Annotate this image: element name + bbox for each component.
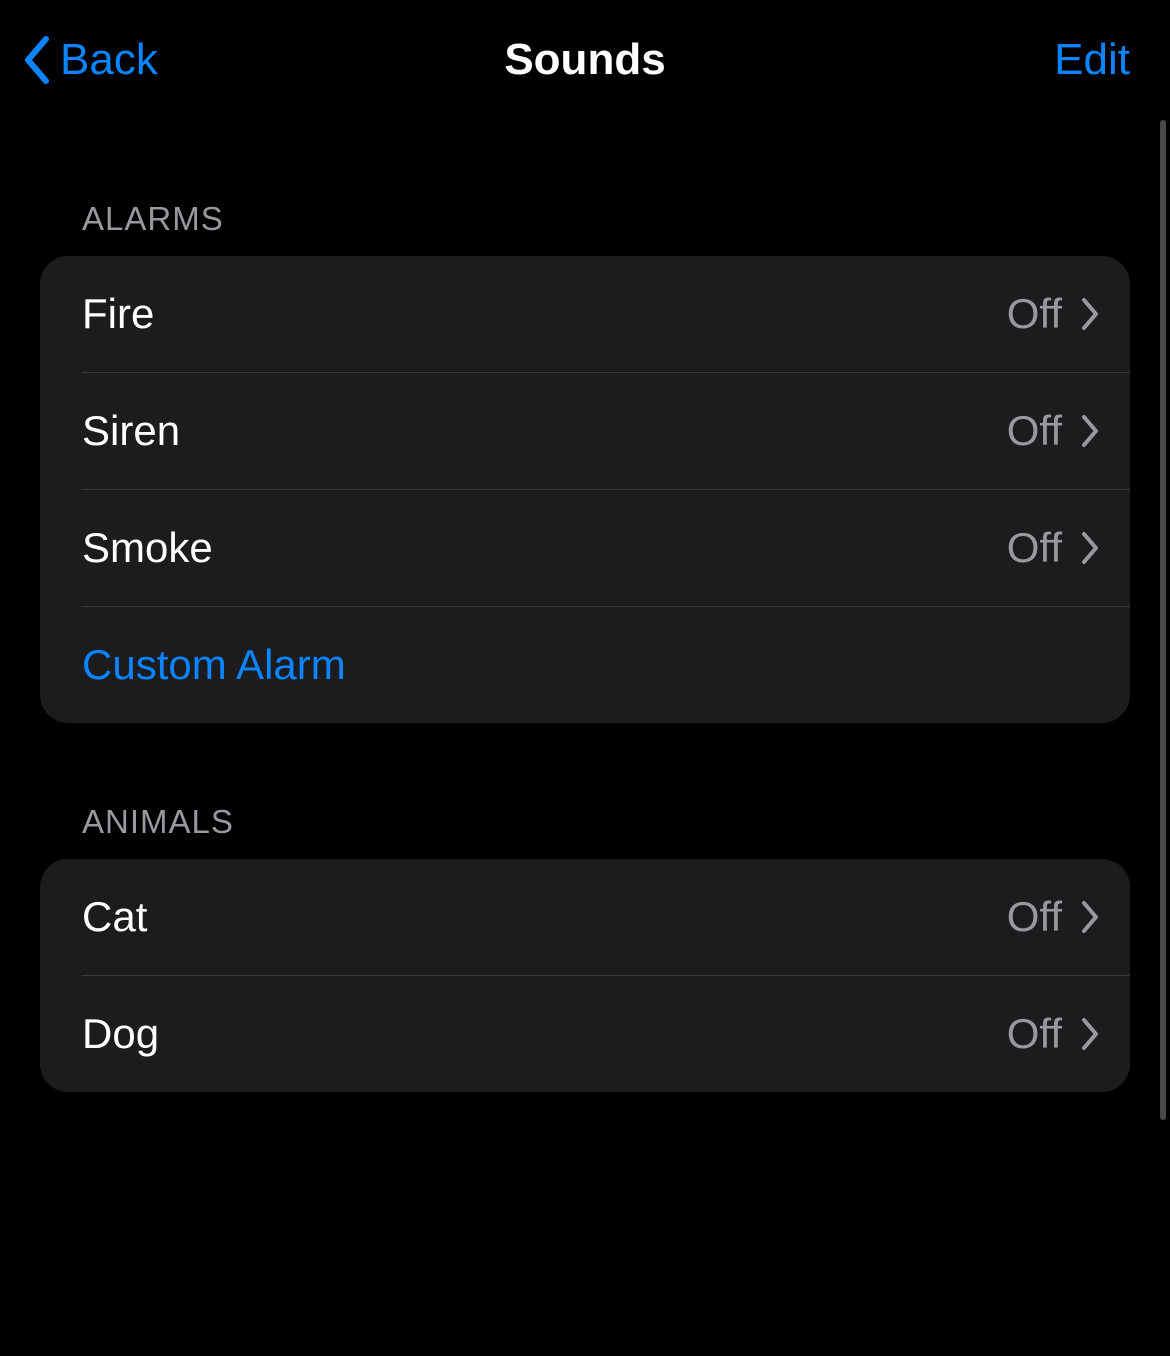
page-title: Sounds (504, 35, 665, 85)
row-right: Off (1007, 524, 1100, 572)
row-label: Siren (82, 407, 180, 455)
row-value: Off (1007, 893, 1062, 941)
chevron-right-icon (1080, 531, 1100, 565)
chevron-right-icon (1080, 1017, 1100, 1051)
row-value: Off (1007, 1010, 1062, 1058)
row-smoke[interactable]: Smoke Off (40, 490, 1130, 606)
row-label: Fire (82, 290, 154, 338)
chevron-left-icon (22, 35, 52, 85)
section-group-animals: Cat Off Dog Off (40, 859, 1130, 1092)
row-value: Off (1007, 524, 1062, 572)
row-right: Off (1007, 407, 1100, 455)
section-group-alarms: Fire Off Siren Off (40, 256, 1130, 723)
section-header-animals: ANIMALS (40, 803, 1130, 859)
chevron-right-icon (1080, 414, 1100, 448)
row-right: Off (1007, 290, 1100, 338)
row-label: Dog (82, 1010, 159, 1058)
row-right: Off (1007, 1010, 1100, 1058)
edit-button[interactable]: Edit (1054, 35, 1130, 85)
back-button[interactable]: Back (22, 35, 158, 85)
scrollbar[interactable] (1160, 120, 1166, 1120)
row-fire[interactable]: Fire Off (40, 256, 1130, 372)
row-dog[interactable]: Dog Off (40, 976, 1130, 1092)
content: ALARMS Fire Off Siren Off (0, 120, 1170, 1092)
back-label: Back (60, 35, 158, 85)
row-label: Cat (82, 893, 147, 941)
chevron-right-icon (1080, 297, 1100, 331)
chevron-right-icon (1080, 900, 1100, 934)
row-custom-alarm[interactable]: Custom Alarm (40, 607, 1130, 723)
row-value: Off (1007, 290, 1062, 338)
nav-bar: Back Sounds Edit (0, 0, 1170, 120)
row-label: Smoke (82, 524, 213, 572)
row-link-label: Custom Alarm (82, 641, 346, 689)
row-siren[interactable]: Siren Off (40, 373, 1130, 489)
row-value: Off (1007, 407, 1062, 455)
row-cat[interactable]: Cat Off (40, 859, 1130, 975)
section-header-alarms: ALARMS (40, 200, 1130, 256)
row-right: Off (1007, 893, 1100, 941)
